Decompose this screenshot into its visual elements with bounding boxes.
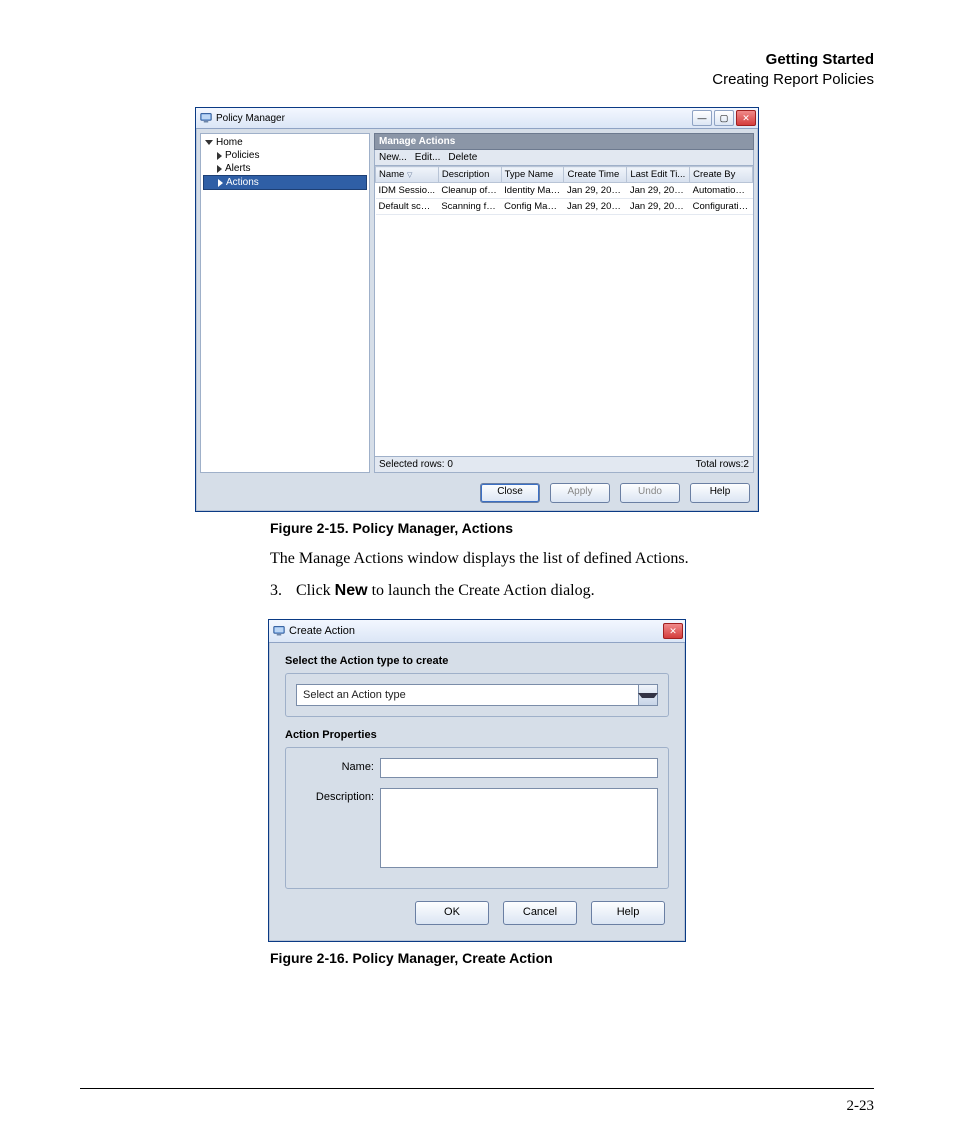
page-header: Getting Started Creating Report Policies bbox=[80, 50, 874, 89]
tree-label: Actions bbox=[226, 177, 259, 188]
body-paragraph: The Manage Actions window displays the l… bbox=[270, 548, 794, 570]
footer-rule bbox=[80, 1088, 874, 1089]
toolbar: New... Edit... Delete bbox=[374, 150, 754, 165]
type-group: Select an Action type bbox=[285, 673, 669, 717]
tree-alerts[interactable]: Alerts bbox=[203, 162, 367, 175]
monitor-icon bbox=[200, 112, 212, 124]
col-last-edit[interactable]: Last Edit Ti... bbox=[627, 167, 690, 183]
page-number: 2-23 bbox=[847, 1098, 875, 1115]
minimize-button[interactable]: — bbox=[692, 110, 712, 126]
nav-tree: Home Policies Alerts Actions bbox=[200, 133, 370, 473]
actions-grid[interactable]: Name ▽ Description Type Name Create Time… bbox=[374, 165, 754, 457]
policy-manager-window: Policy Manager — ▢ ✕ Home Policies Al bbox=[195, 107, 759, 512]
help-button[interactable]: Help bbox=[690, 483, 750, 503]
step-number: 3. bbox=[270, 580, 284, 602]
name-input[interactable] bbox=[380, 758, 658, 778]
header-sub: Creating Report Policies bbox=[80, 70, 874, 90]
chevron-right-icon bbox=[217, 165, 222, 173]
tree-policies[interactable]: Policies bbox=[203, 149, 367, 162]
tree-label: Alerts bbox=[225, 163, 251, 174]
tree-actions[interactable]: Actions bbox=[203, 175, 367, 190]
status-bar: Selected rows: 0 Total rows:2 bbox=[374, 457, 754, 473]
chevron-right-icon bbox=[217, 152, 222, 160]
col-name[interactable]: Name ▽ bbox=[376, 167, 439, 183]
help-button[interactable]: Help bbox=[591, 901, 665, 925]
undo-button[interactable]: Undo bbox=[620, 483, 680, 503]
tree-label: Home bbox=[216, 137, 243, 148]
window-titlebar[interactable]: Policy Manager — ▢ ✕ bbox=[196, 108, 758, 129]
dialog-titlebar[interactable]: Create Action ✕ bbox=[269, 620, 685, 643]
col-create-by[interactable]: Create By bbox=[690, 167, 753, 183]
figure-caption-15: Figure 2-15. Policy Manager, Actions bbox=[270, 520, 684, 536]
toolbar-edit[interactable]: Edit... bbox=[415, 152, 441, 163]
col-type[interactable]: Type Name bbox=[501, 167, 564, 183]
action-properties-heading: Action Properties bbox=[285, 729, 669, 741]
description-input[interactable] bbox=[380, 788, 658, 868]
chevron-down-icon bbox=[205, 140, 213, 145]
window-title-text: Policy Manager bbox=[216, 113, 688, 124]
apply-button[interactable]: Apply bbox=[550, 483, 610, 503]
tree-home[interactable]: Home bbox=[203, 136, 367, 149]
maximize-button[interactable]: ▢ bbox=[714, 110, 734, 126]
monitor-icon bbox=[273, 625, 285, 637]
sort-indicator-icon: ▽ bbox=[407, 172, 412, 179]
select-type-heading: Select the Action type to create bbox=[285, 655, 669, 667]
table-row[interactable]: Default scan... Scanning for... Config M… bbox=[376, 199, 753, 215]
toolbar-delete[interactable]: Delete bbox=[448, 152, 477, 163]
close-button[interactable]: ✕ bbox=[663, 623, 683, 639]
tree-label: Policies bbox=[225, 150, 259, 161]
close-button[interactable]: ✕ bbox=[736, 110, 756, 126]
properties-group: Name: Description: bbox=[285, 747, 669, 889]
ok-button[interactable]: OK bbox=[415, 901, 489, 925]
total-count: Total rows:2 bbox=[696, 459, 749, 470]
col-create-time[interactable]: Create Time bbox=[564, 167, 627, 183]
combo-text: Select an Action type bbox=[297, 689, 638, 701]
chevron-down-icon bbox=[638, 693, 658, 698]
selected-count: Selected rows: 0 bbox=[379, 459, 453, 470]
action-type-select[interactable]: Select an Action type bbox=[296, 684, 658, 706]
cancel-button[interactable]: Cancel bbox=[503, 901, 577, 925]
figure-caption-16: Figure 2-16. Policy Manager, Create Acti… bbox=[270, 950, 684, 966]
create-action-dialog: Create Action ✕ Select the Action type t… bbox=[268, 619, 686, 942]
close-button[interactable]: Close bbox=[480, 483, 540, 503]
chevron-right-icon bbox=[218, 179, 223, 187]
table-row[interactable]: IDM Sessio... Cleanup of i... Identity M… bbox=[376, 183, 753, 199]
dialog-title-text: Create Action bbox=[289, 625, 659, 637]
header-bold: Getting Started bbox=[80, 50, 874, 70]
name-label: Name: bbox=[296, 758, 374, 773]
step-3: 3. Click New to launch the Create Action… bbox=[270, 580, 794, 602]
toolbar-new[interactable]: New... bbox=[379, 152, 407, 163]
section-title: Manage Actions bbox=[374, 133, 754, 150]
dropdown-button[interactable] bbox=[638, 685, 657, 705]
step-text: Click New to launch the Create Action di… bbox=[296, 580, 595, 602]
col-description[interactable]: Description bbox=[438, 167, 501, 183]
description-label: Description: bbox=[296, 788, 374, 803]
